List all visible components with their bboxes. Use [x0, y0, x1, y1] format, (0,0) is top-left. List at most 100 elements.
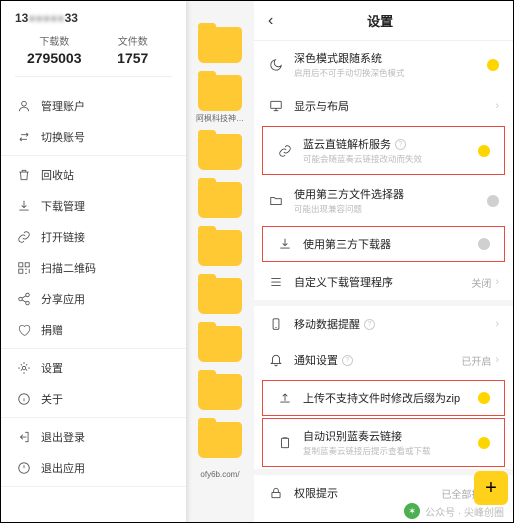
folder-icon[interactable]	[198, 75, 242, 111]
menu-switch[interactable]: 切换账号	[1, 121, 186, 152]
menu-exit[interactable]: 退出应用	[1, 452, 186, 483]
help-icon[interactable]: ?	[364, 319, 375, 330]
setting-dlorder[interactable]: 自定义下载管理程序关闭 ›	[254, 264, 513, 300]
list-icon	[268, 275, 284, 289]
setting-title: 移动数据提醒?	[294, 316, 495, 332]
info-icon	[17, 392, 31, 406]
folder-icon[interactable]	[198, 134, 242, 170]
setting-sub: 可能出现兼容问题	[294, 203, 487, 215]
setting-value: 已开启	[461, 353, 491, 368]
menu-label: 下载管理	[41, 198, 85, 214]
setting-sub: 启用后不可手动切换深色模式	[294, 67, 487, 79]
switch-icon	[17, 130, 31, 144]
setting-title: 身份 Cookie	[294, 521, 495, 522]
watermark: ✶ 公众号 · 尖峰创圈	[404, 503, 504, 519]
phone-number: 13●●●●●33	[15, 11, 172, 25]
user-icon	[17, 99, 31, 113]
clip-icon	[277, 436, 293, 450]
menu-label: 打开链接	[41, 229, 85, 245]
setting-mobile[interactable]: 移动数据提醒?›	[254, 306, 513, 342]
setting-title: 深色模式跟随系统	[294, 50, 487, 66]
folder-icon[interactable]	[198, 374, 242, 410]
help-icon[interactable]: ?	[342, 355, 353, 366]
moon-icon	[268, 58, 284, 72]
menu-label: 捐赠	[41, 322, 63, 338]
lock-icon	[268, 486, 284, 500]
display-icon	[268, 99, 284, 113]
menu-label: 分享应用	[41, 291, 85, 307]
chevron-right-icon: ›	[495, 276, 499, 288]
toggle[interactable]	[487, 59, 499, 71]
setting-notif[interactable]: 通知设置?已开启 ›	[254, 342, 513, 378]
menu-label: 回收站	[41, 167, 74, 183]
menu-label: 切换账号	[41, 129, 85, 145]
toggle[interactable]	[478, 437, 490, 449]
data-icon	[268, 317, 284, 331]
link-icon	[17, 230, 31, 244]
logout-icon	[17, 430, 31, 444]
menu-label: 管理账户	[41, 98, 85, 114]
setting-title: 使用第三方文件选择器	[294, 186, 487, 202]
folder-icon	[268, 194, 284, 208]
domain-label: ofy6b.com/	[186, 470, 254, 479]
menu-info[interactable]: 关于	[1, 383, 186, 414]
heart-icon	[17, 323, 31, 337]
menu-label: 退出应用	[41, 460, 85, 476]
menu-share[interactable]: 分享应用	[1, 283, 186, 314]
chevron-right-icon: ›	[495, 354, 499, 366]
qr-icon	[17, 261, 31, 275]
menu-link[interactable]: 打开链接	[1, 221, 186, 252]
stat-files: 文件数 1757	[94, 33, 173, 66]
chevron-right-icon: ›	[495, 318, 499, 330]
menu-heart[interactable]: 捐赠	[1, 314, 186, 345]
menu-download[interactable]: 下载管理	[1, 190, 186, 221]
wechat-icon: ✶	[404, 503, 420, 519]
settings-title: 设置	[273, 11, 487, 30]
folder-icon[interactable]	[198, 422, 242, 458]
setting-display[interactable]: 显示与布局›	[254, 88, 513, 124]
setting-zip[interactable]: 上传不支持文件时修改后缀为zip	[262, 380, 505, 416]
download-icon	[17, 199, 31, 213]
setting-title: 自动识别蓝奏云链接	[303, 428, 478, 444]
help-icon[interactable]: ?	[395, 139, 406, 150]
gear-icon	[17, 361, 31, 375]
setting-title: 权限提示	[294, 485, 441, 501]
share-icon	[17, 292, 31, 306]
toggle[interactable]	[478, 392, 490, 404]
toggle[interactable]	[478, 145, 490, 157]
setting-lanlink[interactable]: 蓝云直链解析服务?可能会随蓝奏云链接改动而失效	[262, 126, 505, 175]
folder-icon[interactable]	[198, 326, 242, 362]
link2-icon	[277, 144, 293, 158]
setting-sub: 可能会随蓝奏云链接改动而失效	[303, 153, 478, 165]
setting-dark[interactable]: 深色模式跟随系统启用后不可手动切换深色模式	[254, 41, 513, 88]
menu-label: 退出登录	[41, 429, 85, 445]
bell-icon	[268, 353, 284, 367]
folder-icon[interactable]	[198, 182, 242, 218]
menu-label: 设置	[41, 360, 63, 376]
exit-icon	[17, 461, 31, 475]
folder-icon[interactable]	[198, 27, 242, 63]
folder-label: 阿枫科技神…	[186, 113, 254, 124]
setting-tpfs[interactable]: 使用第三方文件选择器可能出现兼容问题	[254, 177, 513, 224]
menu-user[interactable]: 管理账户	[1, 90, 186, 121]
setting-tpdl[interactable]: 使用第三方下载器	[262, 226, 505, 262]
menu-label: 扫描二维码	[41, 260, 96, 276]
menu-gear[interactable]: 设置	[1, 352, 186, 383]
menu-label: 关于	[41, 391, 63, 407]
setting-title: 显示与布局	[294, 98, 495, 114]
setting-value: 关闭	[471, 275, 491, 290]
folder-icon[interactable]	[198, 230, 242, 266]
folder-icon[interactable]	[198, 278, 242, 314]
menu-logout[interactable]: 退出登录	[1, 421, 186, 452]
setting-title: 使用第三方下载器	[303, 236, 478, 252]
setting-title: 蓝云直链解析服务?	[303, 136, 478, 152]
toggle[interactable]	[487, 195, 499, 207]
setting-title: 通知设置?	[294, 352, 461, 368]
dl2-icon	[277, 237, 293, 251]
toggle[interactable]	[478, 238, 490, 250]
menu-trash[interactable]: 回收站	[1, 159, 186, 190]
menu-qr[interactable]: 扫描二维码	[1, 252, 186, 283]
setting-title: 自定义下载管理程序	[294, 274, 471, 290]
setting-auto[interactable]: 自动识别蓝奏云链接复制蓝奏云链接后提示查看或下载	[262, 418, 505, 467]
trash-icon	[17, 168, 31, 182]
